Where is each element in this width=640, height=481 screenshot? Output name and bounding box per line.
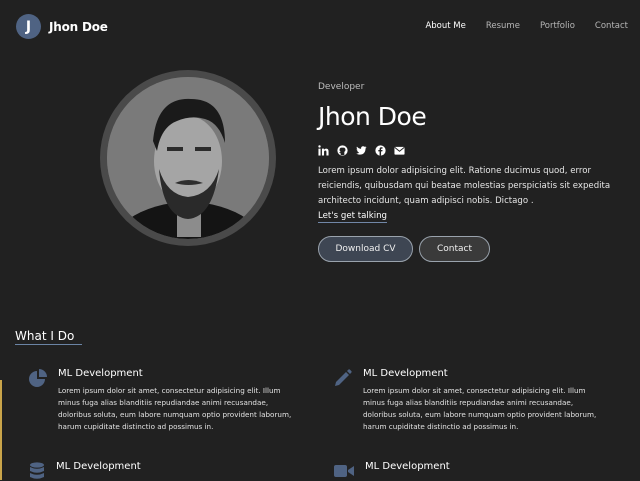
service-title: ML Development xyxy=(58,368,143,379)
contact-button[interactable]: Contact xyxy=(419,236,490,262)
role-label: Developer xyxy=(318,82,365,92)
download-cv-button[interactable]: Download CV xyxy=(318,236,413,262)
service-card: ML Development xyxy=(333,461,583,481)
section-title: What I Do xyxy=(15,329,75,343)
service-card: ML Development Lorem ipsum dolor sit ame… xyxy=(333,368,596,438)
facebook-icon[interactable] xyxy=(375,145,386,156)
service-description: Lorem ipsum dolor sit amet, consectetur … xyxy=(58,386,292,431)
pencil-icon xyxy=(335,369,352,386)
brand-name: Jhon Doe xyxy=(49,19,108,34)
brand[interactable]: J Jhon Doe xyxy=(16,14,108,39)
main-nav: About Me Resume Portfolio Contact xyxy=(425,21,628,31)
nav-about-me[interactable]: About Me xyxy=(425,21,465,31)
bio-text: Lorem ipsum dolor adipisicing elit. Rati… xyxy=(318,166,611,206)
service-title: ML Development xyxy=(363,368,448,379)
profile-photo xyxy=(107,77,269,239)
hero-name: Jhon Doe xyxy=(318,102,427,131)
social-links xyxy=(318,145,618,156)
nav-resume[interactable]: Resume xyxy=(486,21,520,31)
hero-buttons: Download CV Contact xyxy=(318,236,618,262)
section-title-underline xyxy=(15,344,82,345)
service-description: Lorem ipsum dolor sit amet, consectetur … xyxy=(363,386,597,431)
twitter-icon[interactable] xyxy=(356,145,367,156)
linkedin-icon[interactable] xyxy=(318,145,329,156)
service-title: ML Development xyxy=(365,461,450,472)
profile-photo-frame xyxy=(100,70,276,246)
nav-contact[interactable]: Contact xyxy=(595,21,628,31)
service-card: ML Development xyxy=(28,461,278,481)
pie-chart-icon xyxy=(29,369,47,387)
lets-talk-link[interactable]: Let's get talking xyxy=(318,211,387,223)
brand-avatar: J xyxy=(16,14,41,39)
hero-section: Developer Jhon Doe Lorem ipsum dolor adi… xyxy=(318,82,618,262)
service-card: ML Development Lorem ipsum dolor sit ame… xyxy=(28,368,291,438)
video-camera-icon xyxy=(334,465,354,477)
github-icon[interactable] xyxy=(337,145,348,156)
bio-paragraph: Lorem ipsum dolor adipisicing elit. Rati… xyxy=(318,164,618,224)
service-title: ML Development xyxy=(56,461,141,472)
nav-portfolio[interactable]: Portfolio xyxy=(540,21,575,31)
database-icon xyxy=(30,462,44,479)
scroll-edge-indicator xyxy=(0,380,2,480)
envelope-icon[interactable] xyxy=(394,145,405,156)
top-navbar: J Jhon Doe About Me Resume Portfolio Con… xyxy=(0,0,640,54)
